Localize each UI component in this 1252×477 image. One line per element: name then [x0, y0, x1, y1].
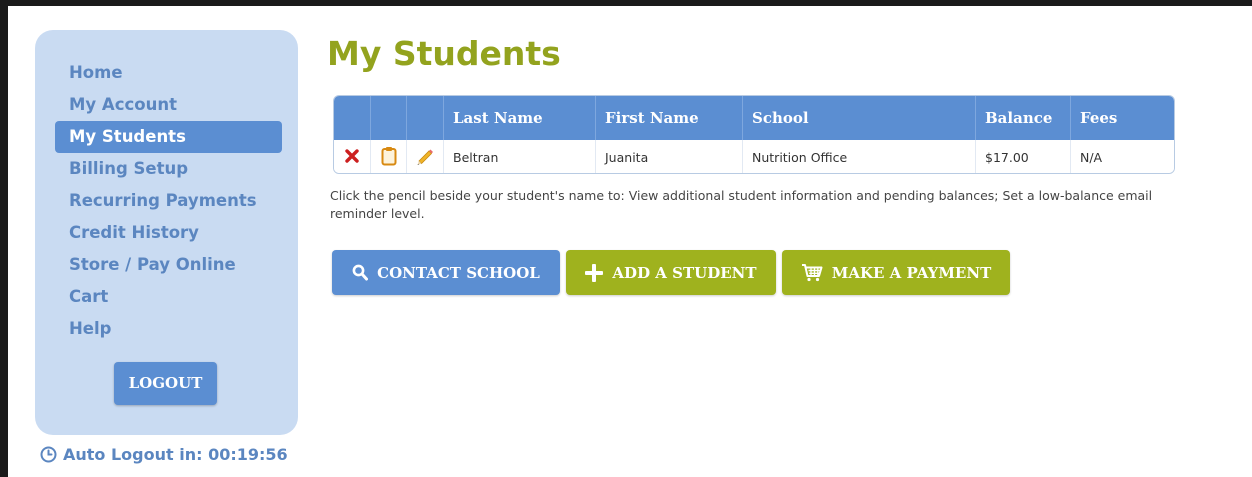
- header-balance[interactable]: Balance: [976, 96, 1071, 140]
- delete-icon: [345, 148, 359, 166]
- pencil-icon: [415, 146, 435, 169]
- header-school[interactable]: School: [743, 96, 976, 140]
- sidebar-nav: Home My Account My Students Billing Setu…: [55, 57, 282, 345]
- cell-first-name: Juanita: [596, 140, 743, 173]
- sidebar-item-recurring-payments[interactable]: Recurring Payments: [55, 185, 282, 217]
- header-action-details: [371, 96, 407, 140]
- cell-fees: N/A: [1080, 149, 1103, 165]
- cell-last-name: Beltran: [444, 140, 596, 173]
- cell-balance: $17.00: [976, 140, 1071, 173]
- delete-student-button[interactable]: [334, 140, 371, 173]
- header-last-name[interactable]: Last Name: [444, 96, 596, 140]
- sidebar-item-credit-history[interactable]: Credit History: [55, 217, 282, 249]
- header-first-name[interactable]: First Name: [596, 96, 743, 140]
- students-table: Last Name First Name School Balance Fees: [333, 95, 1175, 174]
- add-student-label: ADD A STUDENT: [612, 263, 757, 282]
- page-title: My Students: [327, 34, 561, 73]
- sidebar-item-my-students[interactable]: My Students: [55, 121, 282, 153]
- sidebar-item-cart[interactable]: Cart: [55, 281, 282, 313]
- make-payment-button[interactable]: MAKE A PAYMENT: [782, 250, 1010, 295]
- window-frame-top: [0, 0, 1252, 6]
- help-text: Click the pencil beside your student's n…: [330, 188, 1153, 221]
- make-payment-label: MAKE A PAYMENT: [831, 263, 992, 282]
- sidebar-item-billing-setup[interactable]: Billing Setup: [55, 153, 282, 185]
- header-action-delete: [334, 96, 371, 140]
- add-student-button[interactable]: ADD A STUDENT: [566, 250, 776, 295]
- search-icon: [352, 264, 369, 281]
- cell-school: Nutrition Office: [743, 140, 976, 173]
- header-action-edit: [407, 96, 444, 140]
- sidebar-item-my-account[interactable]: My Account: [55, 89, 282, 121]
- contact-school-button[interactable]: CONTACT SCHOOL: [332, 250, 560, 295]
- clipboard-icon: [381, 146, 397, 169]
- plus-icon: [585, 263, 604, 282]
- sidebar-item-store-pay-online[interactable]: Store / Pay Online: [55, 249, 282, 281]
- logout-button[interactable]: LOGOUT: [114, 362, 217, 405]
- clock-icon: [40, 446, 57, 463]
- sidebar-item-home[interactable]: Home: [55, 57, 282, 89]
- window-frame-left: [0, 0, 8, 477]
- student-details-button[interactable]: [371, 140, 407, 173]
- contact-school-label: CONTACT SCHOOL: [377, 263, 540, 282]
- cart-icon: [801, 263, 823, 282]
- edit-student-button[interactable]: [407, 140, 444, 173]
- auto-logout-text: Auto Logout in: 00:19:56: [63, 444, 288, 464]
- sidebar: Home My Account My Students Billing Setu…: [35, 30, 298, 435]
- header-fees[interactable]: Fees: [1071, 96, 1174, 140]
- sidebar-item-help[interactable]: Help: [55, 313, 282, 345]
- table-header: Last Name First Name School Balance Fees: [334, 96, 1174, 140]
- auto-logout-timer: Auto Logout in: 00:19:56: [40, 443, 288, 465]
- table-row: Beltran Juanita Nutrition Office $17.00 …: [334, 140, 1174, 173]
